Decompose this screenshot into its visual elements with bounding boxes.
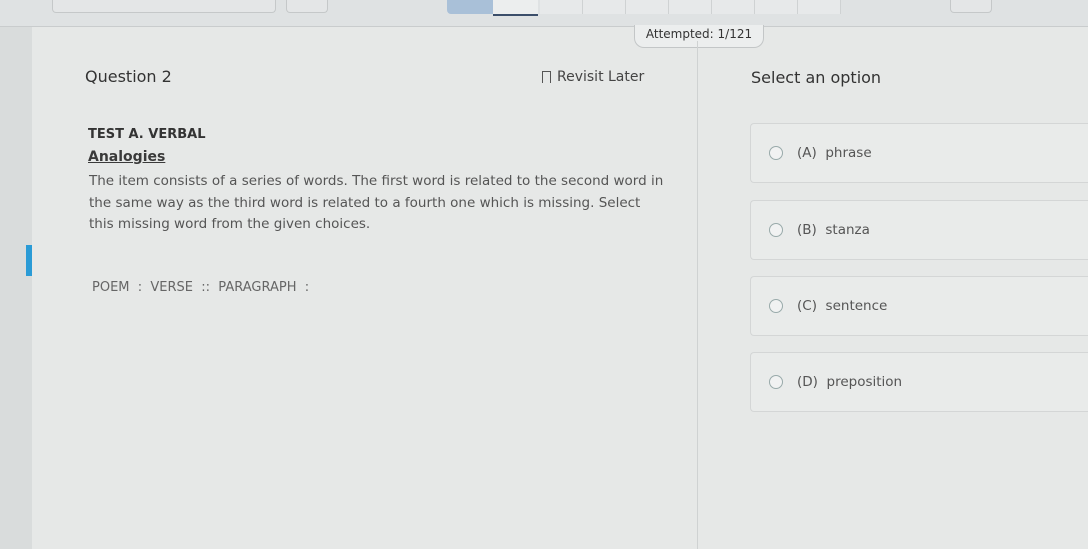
question-nav-item[interactable] [798, 0, 841, 14]
radio-icon[interactable] [769, 375, 783, 389]
question-nav-item[interactable] [583, 0, 626, 14]
dropdown-toggle[interactable] [286, 0, 328, 13]
revisit-label: Revisit Later [557, 69, 645, 85]
bookmark-icon [542, 71, 551, 84]
option-b[interactable]: (B) stanza [750, 200, 1088, 260]
question-nav-item[interactable] [669, 0, 712, 14]
question-nav-item[interactable] [540, 0, 583, 14]
divider [697, 41, 698, 549]
radio-icon[interactable] [769, 299, 783, 313]
instructions: The item consists of a series of words. … [89, 173, 664, 232]
option-label: (B) stanza [797, 222, 870, 238]
option-label: (D) preposition [797, 374, 903, 390]
option-c[interactable]: (C) sentence [750, 276, 1088, 336]
subsection-title: Analogies [88, 149, 166, 165]
question-title: Question 2 [85, 67, 172, 86]
option-label: (C) sentence [797, 298, 888, 314]
question-nav-current[interactable] [493, 0, 538, 16]
section-dropdown[interactable] [52, 0, 276, 13]
question-nav-item[interactable] [755, 0, 798, 14]
revisit-later-button[interactable]: Revisit Later [542, 69, 644, 85]
question-nav-item[interactable] [712, 0, 755, 14]
question-prompt: POEM : VERSE :: PARAGRAPH : [92, 280, 310, 295]
option-d[interactable]: (D) preposition [750, 352, 1088, 412]
pause-button[interactable] [950, 0, 992, 13]
radio-icon[interactable] [769, 223, 783, 237]
options-heading: Select an option [751, 68, 882, 87]
option-label: (A) phrase [797, 145, 872, 161]
question-panel: Attempted: 1/121 Question 2 Revisit Late… [32, 25, 1088, 549]
top-toolbar [0, 0, 1088, 27]
section-title: TEST A. VERBAL [88, 127, 206, 142]
question-nav-item[interactable] [626, 0, 669, 14]
question-area: Question 2 Revisit Later TEST A. VERBAL … [32, 27, 697, 549]
option-a[interactable]: (A) phrase [750, 123, 1088, 183]
radio-icon[interactable] [769, 146, 783, 160]
